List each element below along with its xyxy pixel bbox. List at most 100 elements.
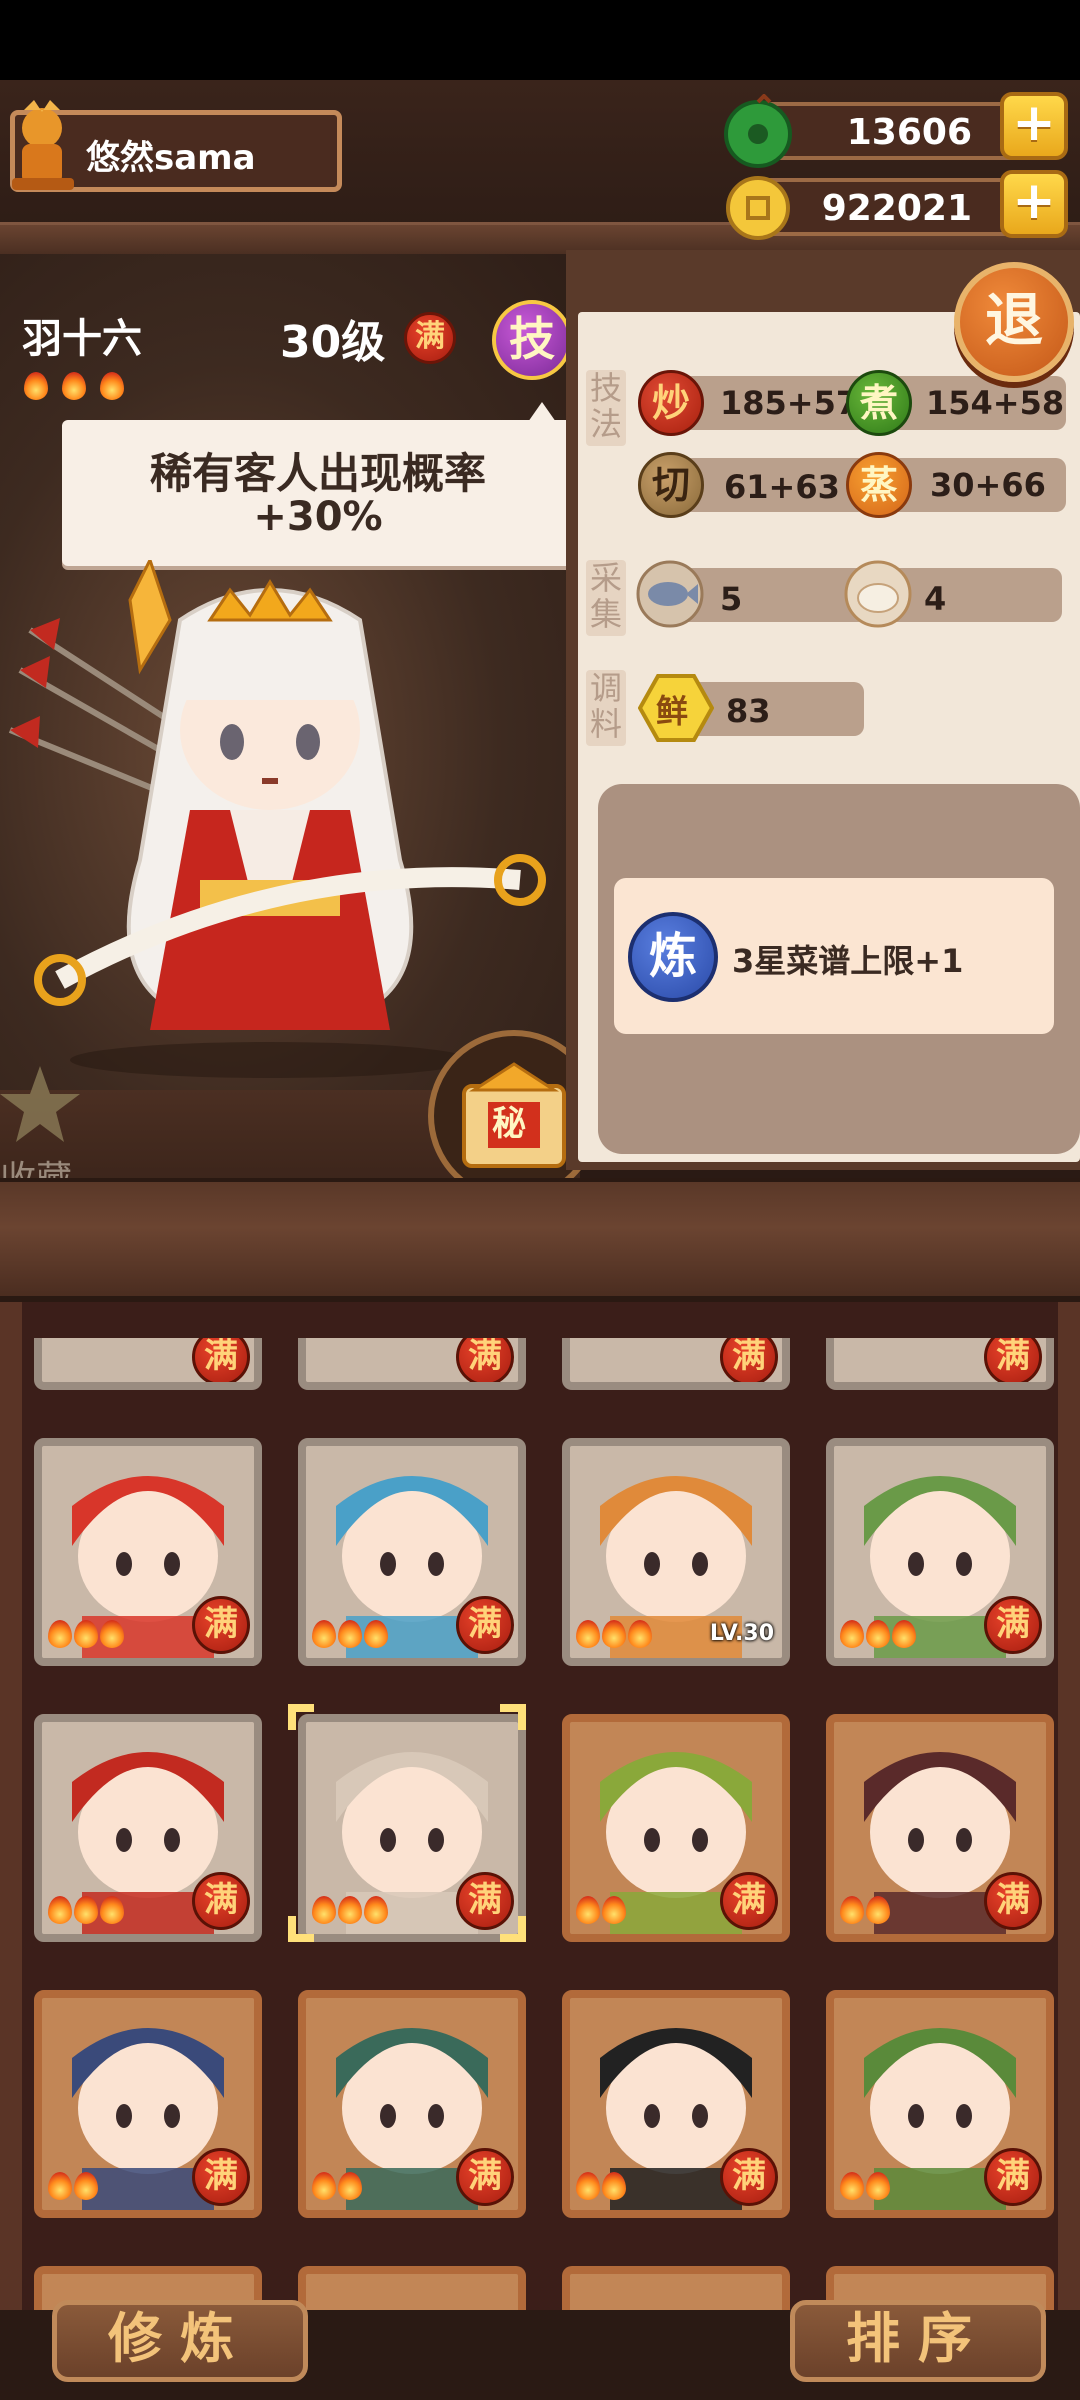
star-flame-icon: [48, 1896, 72, 1924]
chef-card[interactable]: 满: [34, 1338, 262, 1390]
back-button[interactable]: 退: [954, 262, 1074, 382]
chef-card[interactable]: 满: [298, 1338, 526, 1390]
character-name: 羽十六: [22, 316, 142, 362]
add-coins-button[interactable]: +: [1000, 170, 1068, 238]
star-flame-icon: [62, 372, 86, 400]
character-level: 30级: [280, 317, 386, 368]
chef-card[interactable]: 满: [562, 1990, 790, 2218]
star-rating: [48, 2172, 98, 2200]
star-flame-icon: [840, 1896, 864, 1924]
selection-corner: [500, 1916, 526, 1942]
max-badge: 满: [720, 2148, 778, 2206]
star-flame-icon: [74, 1620, 98, 1648]
technique-label: 技法: [586, 370, 626, 446]
max-badge: 满: [720, 1872, 778, 1930]
refine-bonus-text: 3星菜谱上限+1: [732, 942, 964, 980]
chef-card[interactable]: 满: [826, 1438, 1054, 1666]
max-badge: 满: [192, 1872, 250, 1930]
star-flame-icon: [602, 1896, 626, 1924]
star-flame-icon: [312, 1620, 336, 1648]
fresh-value: 83: [726, 692, 771, 730]
fresh-icon-label: 鲜: [656, 692, 689, 730]
bun-icon: [844, 560, 912, 628]
star-flame-icon: [602, 2172, 626, 2200]
chef-card[interactable]: [298, 2266, 526, 2310]
selection-corner: [288, 1916, 314, 1942]
add-jade-button[interactable]: +: [1000, 92, 1068, 160]
roster-frame-right: [1058, 1302, 1080, 2310]
max-badge: 满: [984, 2148, 1042, 2206]
fish-icon: [636, 560, 704, 628]
star-flame-icon: [364, 1620, 388, 1648]
tooltip-value: +30%: [253, 494, 383, 540]
star-flame-icon: [840, 2172, 864, 2200]
stir-fry-icon: 炒: [638, 370, 704, 436]
star-rating: [840, 1620, 916, 1648]
max-badge: 满: [192, 2148, 250, 2206]
star-flame-icon: [48, 2172, 72, 2200]
chef-card[interactable]: 满: [826, 1990, 1054, 2218]
max-badge: 满: [984, 1338, 1042, 1382]
boil-value: 154+58: [926, 384, 1065, 422]
star-flame-icon: [338, 2172, 362, 2200]
boil-icon: 煮: [846, 370, 912, 436]
chef-card[interactable]: 满: [34, 1990, 262, 2218]
star-flame-icon: [576, 1620, 600, 1648]
chef-card[interactable]: 满: [34, 1438, 262, 1666]
stir-fry-value: 185+57: [720, 384, 859, 422]
star-flame-icon: [866, 1896, 890, 1924]
star-flame-icon: [100, 1620, 124, 1648]
max-badge: 满: [456, 1596, 514, 1654]
chef-card[interactable]: LV.30: [562, 1438, 790, 1666]
fish-value: 5: [720, 580, 743, 618]
refine-icon: 炼: [628, 912, 718, 1002]
max-badge: 满: [192, 1596, 250, 1654]
star-flame-icon: [866, 2172, 890, 2200]
star-flame-icon: [364, 1896, 388, 1924]
star-flame-icon: [576, 2172, 600, 2200]
gift-label: 秘: [492, 1104, 526, 1144]
star-rating: [576, 1896, 626, 1924]
steam-value: 30+66: [930, 466, 1046, 504]
tooltip-title: 稀有客人出现概率: [149, 449, 486, 498]
max-badge: 满: [456, 1338, 514, 1382]
star-flame-icon: [338, 1620, 362, 1648]
star-rating: [576, 2172, 626, 2200]
steam-icon: 蒸: [846, 452, 912, 518]
player-avatar-icon[interactable]: [4, 98, 82, 194]
star-flame-icon: [628, 1620, 652, 1648]
skill-button[interactable]: 技: [492, 300, 572, 380]
max-badge: 满: [984, 1596, 1042, 1654]
star-flame-icon: [74, 1896, 98, 1924]
star-flame-icon: [312, 1896, 336, 1924]
max-badge: 满: [720, 1338, 778, 1382]
sort-button[interactable]: 排序: [790, 2300, 1046, 2382]
star-flame-icon: [312, 2172, 336, 2200]
coin-amount: 922021: [821, 188, 972, 229]
status-bar: [0, 0, 1080, 80]
chef-card[interactable]: 满: [826, 1338, 1054, 1390]
star-flame-icon: [866, 1620, 890, 1648]
star-flame-icon: [892, 1620, 916, 1648]
star-flame-icon: [576, 1896, 600, 1924]
chef-card[interactable]: 满: [298, 1990, 526, 2218]
level-label: LV.30: [709, 1621, 774, 1646]
flour-value: 4: [924, 580, 947, 618]
star-flame-icon: [74, 2172, 98, 2200]
chef-card[interactable]: 满: [298, 1438, 526, 1666]
chef-card[interactable]: 满: [298, 1714, 526, 1942]
coin-icon: [726, 176, 790, 240]
star-rating: [312, 1620, 388, 1648]
selection-corner: [500, 1704, 526, 1730]
star-flame-icon: [338, 1896, 362, 1924]
chef-card[interactable]: 满: [562, 1338, 790, 1390]
chef-card[interactable]: 满: [826, 1714, 1054, 1942]
max-level-badge: 满: [404, 312, 456, 364]
train-button[interactable]: 修炼: [52, 2300, 308, 2382]
player-name: 悠然sama: [86, 138, 256, 178]
chef-card[interactable]: 满: [34, 1714, 262, 1942]
chef-card[interactable]: 满: [562, 1714, 790, 1942]
cut-value: 61+63: [724, 468, 840, 506]
chef-card[interactable]: [562, 2266, 790, 2310]
star-rating: [48, 1620, 124, 1648]
